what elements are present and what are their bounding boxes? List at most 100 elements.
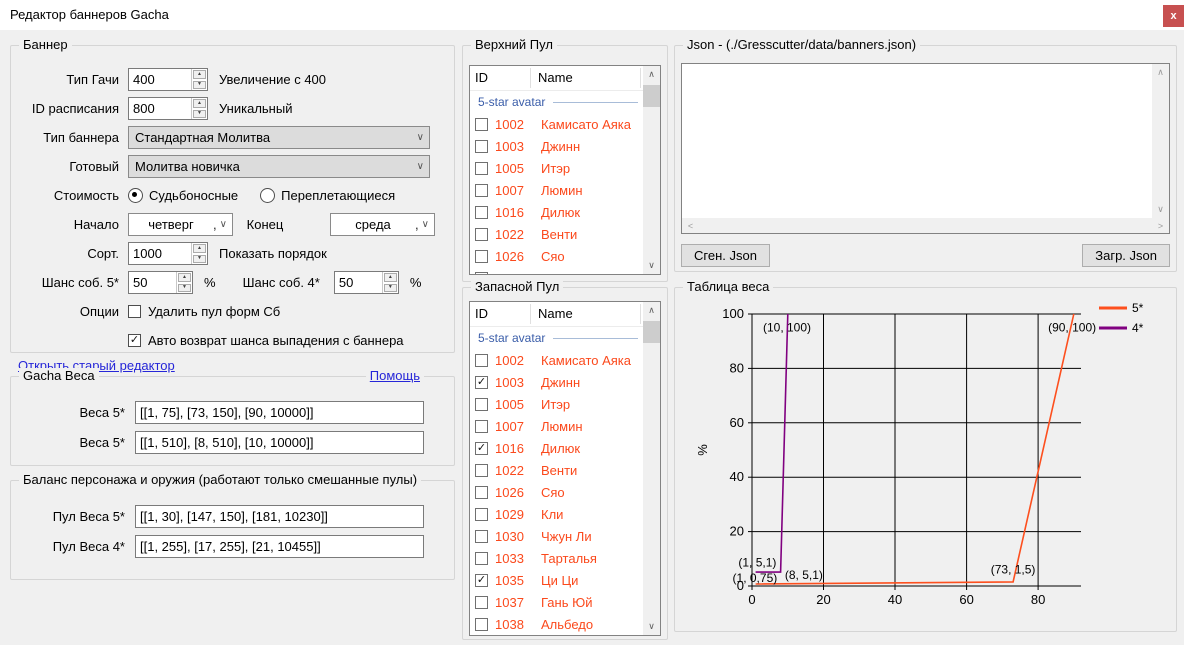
item-name: Камисато Аяка xyxy=(541,117,631,132)
list-scrollbar[interactable]: ∧∨ xyxy=(643,302,660,635)
item-checkbox[interactable] xyxy=(475,398,488,411)
end-dropdown[interactable]: среда , ∨ xyxy=(330,213,435,236)
event-chance4-spinner[interactable]: 50 ▲ ▼ xyxy=(334,271,399,294)
close-button[interactable]: x xyxy=(1163,5,1184,27)
scroll-up-icon[interactable]: ∧ xyxy=(643,66,660,83)
item-checkbox[interactable] xyxy=(475,354,488,367)
list-item[interactable]: 1026Сяо xyxy=(470,481,660,503)
item-checkbox[interactable] xyxy=(475,508,488,521)
list-scrollbar[interactable]: ∧∨ xyxy=(643,66,660,274)
item-checkbox[interactable] xyxy=(475,596,488,609)
item-checkbox[interactable] xyxy=(475,228,488,241)
list-item[interactable]: 1005Итэр xyxy=(470,157,660,179)
banner-type-dropdown[interactable]: Стандартная Молитва ∨ xyxy=(128,126,430,149)
item-id: 1029 xyxy=(495,507,535,522)
list-item[interactable]: 1029Кли xyxy=(470,503,660,525)
weights5-input-2[interactable] xyxy=(135,431,424,454)
list-item[interactable]: 1007Люмин xyxy=(470,415,660,437)
item-checkbox[interactable] xyxy=(475,464,488,477)
list-item[interactable]: 1033Тарталья xyxy=(470,547,660,569)
list-item[interactable]: 1035Ци Ци xyxy=(470,569,660,591)
item-checkbox[interactable] xyxy=(475,250,488,263)
schedule-id-value[interactable]: 800 xyxy=(129,98,191,119)
scroll-right-icon[interactable]: > xyxy=(1152,218,1169,233)
item-checkbox[interactable] xyxy=(475,552,488,565)
list-item[interactable]: 1007Люмин xyxy=(470,179,660,201)
list-item[interactable]: 1038Альбедо xyxy=(470,613,660,635)
list-item[interactable]: 1002Камисато Аяка xyxy=(470,349,660,371)
list-item[interactable]: 1002Камисато Аяка xyxy=(470,113,660,135)
scroll-up-icon[interactable]: ∧ xyxy=(1152,64,1169,81)
spin-up-icon[interactable]: ▲ xyxy=(384,273,397,282)
scroll-left-icon[interactable]: < xyxy=(682,218,699,233)
event-chance5-spinner[interactable]: 50 ▲ ▼ xyxy=(128,271,193,294)
gacha-type-value[interactable]: 400 xyxy=(129,69,191,90)
svg-text:%: % xyxy=(695,444,710,456)
item-checkbox[interactable] xyxy=(475,162,488,175)
load-json-button[interactable]: Загр. Json xyxy=(1082,244,1170,267)
list-item[interactable]: 1003Джинн xyxy=(470,371,660,393)
scroll-thumb[interactable] xyxy=(643,85,660,107)
list-item[interactable]: 1005Итэр xyxy=(470,393,660,415)
pool-weights5-input[interactable] xyxy=(135,505,424,528)
scroll-up-icon[interactable]: ∧ xyxy=(643,302,660,319)
list-item[interactable]: 1003Джинн xyxy=(470,135,660,157)
list-item[interactable]: 1026Сяо xyxy=(470,245,660,267)
item-checkbox[interactable] xyxy=(475,618,488,631)
event-chance5-value[interactable]: 50 xyxy=(129,272,176,293)
reserve-pool-list[interactable]: IDName5-star avatar1002Камисато Аяка1003… xyxy=(469,301,661,636)
gacha-type-label: Тип Гачи xyxy=(15,72,119,87)
spin-down-icon[interactable]: ▼ xyxy=(193,110,206,119)
generate-json-button[interactable]: Сген. Json xyxy=(681,244,770,267)
item-checkbox[interactable] xyxy=(475,118,488,131)
item-checkbox[interactable] xyxy=(475,442,488,455)
list-item[interactable]: 1037Гань Юй xyxy=(470,591,660,613)
radio-icon[interactable] xyxy=(260,188,275,203)
item-checkbox[interactable] xyxy=(475,140,488,153)
spin-up-icon[interactable]: ▲ xyxy=(193,99,206,108)
cost-option-fate[interactable]: Судьбоносные xyxy=(128,188,238,203)
item-checkbox[interactable] xyxy=(475,574,488,587)
schedule-id-spinner[interactable]: 800 ▲ ▼ xyxy=(128,97,208,120)
scroll-down-icon[interactable]: ∨ xyxy=(1152,201,1169,218)
json-horizontal-scrollbar[interactable]: < > xyxy=(682,218,1169,233)
item-checkbox[interactable] xyxy=(475,420,488,433)
auto-return-checkbox[interactable] xyxy=(128,334,141,347)
weights5-input-1[interactable] xyxy=(135,401,424,424)
spin-down-icon[interactable]: ▼ xyxy=(193,255,206,264)
list-item[interactable]: 1030Чжун Ли xyxy=(470,525,660,547)
spin-up-icon[interactable]: ▲ xyxy=(178,273,191,282)
remove-pool-checkbox[interactable] xyxy=(128,305,141,318)
item-checkbox[interactable] xyxy=(475,530,488,543)
scroll-thumb[interactable] xyxy=(643,321,660,343)
upper-pool-list[interactable]: IDName5-star avatar1002Камисато Аяка1003… xyxy=(469,65,661,275)
list-item[interactable]: 1022Венти xyxy=(470,223,660,245)
spin-down-icon[interactable]: ▼ xyxy=(178,284,191,293)
cost-option-intertwined[interactable]: Переплетающиеся xyxy=(260,188,395,203)
start-dropdown[interactable]: четверг , ∨ xyxy=(128,213,233,236)
pool-weights4-input[interactable] xyxy=(135,535,424,558)
gacha-type-spinner[interactable]: 400 ▲ ▼ xyxy=(128,68,208,91)
item-checkbox[interactable] xyxy=(475,486,488,499)
spin-down-icon[interactable]: ▼ xyxy=(384,284,397,293)
item-checkbox[interactable] xyxy=(475,206,488,219)
scroll-down-icon[interactable]: ∨ xyxy=(643,618,660,635)
item-checkbox[interactable] xyxy=(475,376,488,389)
radio-icon[interactable] xyxy=(128,188,143,203)
help-link[interactable]: Помощь xyxy=(366,368,424,383)
json-vertical-scrollbar[interactable]: ∧ ∨ xyxy=(1152,64,1169,218)
sort-spinner[interactable]: 1000 ▲ ▼ xyxy=(128,242,208,265)
list-item[interactable]: 1022Венти xyxy=(470,459,660,481)
list-item[interactable]: 1016Дилюк xyxy=(470,201,660,223)
scroll-down-icon[interactable]: ∨ xyxy=(643,257,660,274)
event-chance4-value[interactable]: 50 xyxy=(335,272,382,293)
spin-up-icon[interactable]: ▲ xyxy=(193,244,206,253)
prefab-dropdown[interactable]: Молитва новичка ∨ xyxy=(128,155,430,178)
list-item[interactable]: 1016Дилюк xyxy=(470,437,660,459)
spin-up-icon[interactable]: ▲ xyxy=(193,70,206,79)
item-checkbox[interactable] xyxy=(475,184,488,197)
spin-down-icon[interactable]: ▼ xyxy=(193,81,206,90)
item-id: 1003 xyxy=(495,375,535,390)
json-textarea[interactable] xyxy=(682,64,1152,218)
sort-value[interactable]: 1000 xyxy=(129,243,191,264)
